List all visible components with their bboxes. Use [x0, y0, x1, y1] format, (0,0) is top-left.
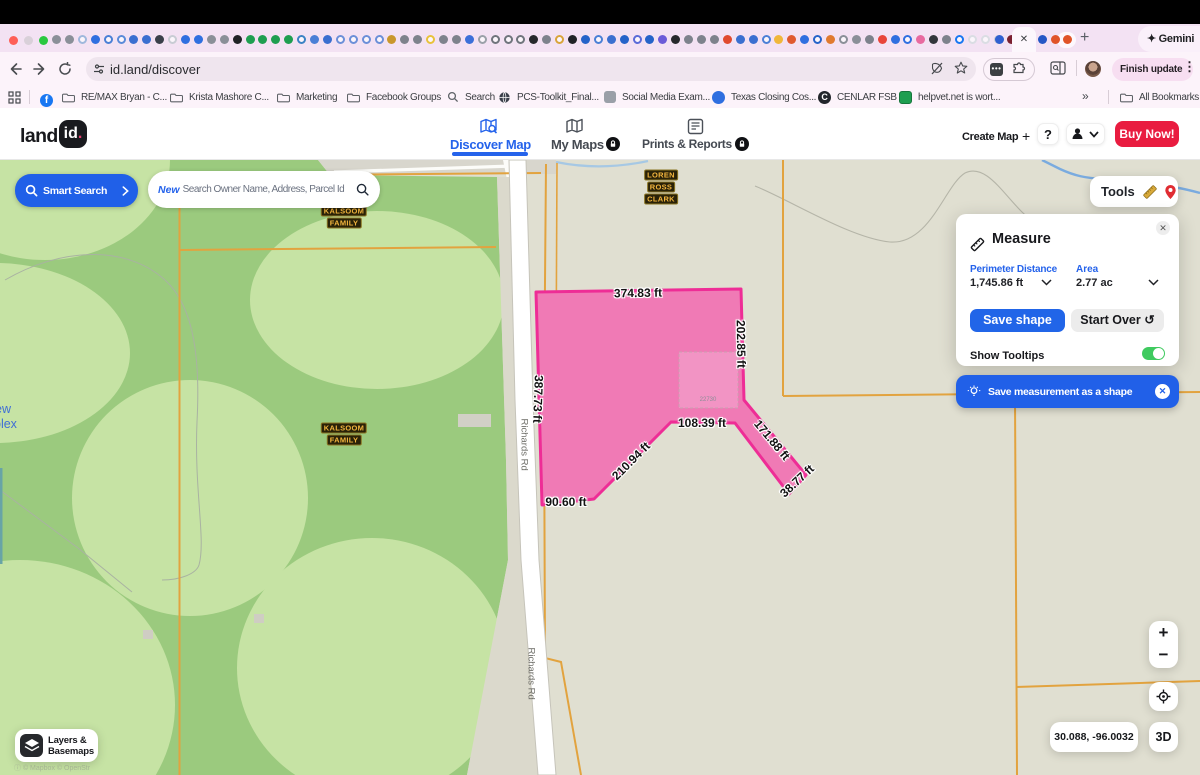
svg-text:22730: 22730 — [700, 397, 717, 403]
